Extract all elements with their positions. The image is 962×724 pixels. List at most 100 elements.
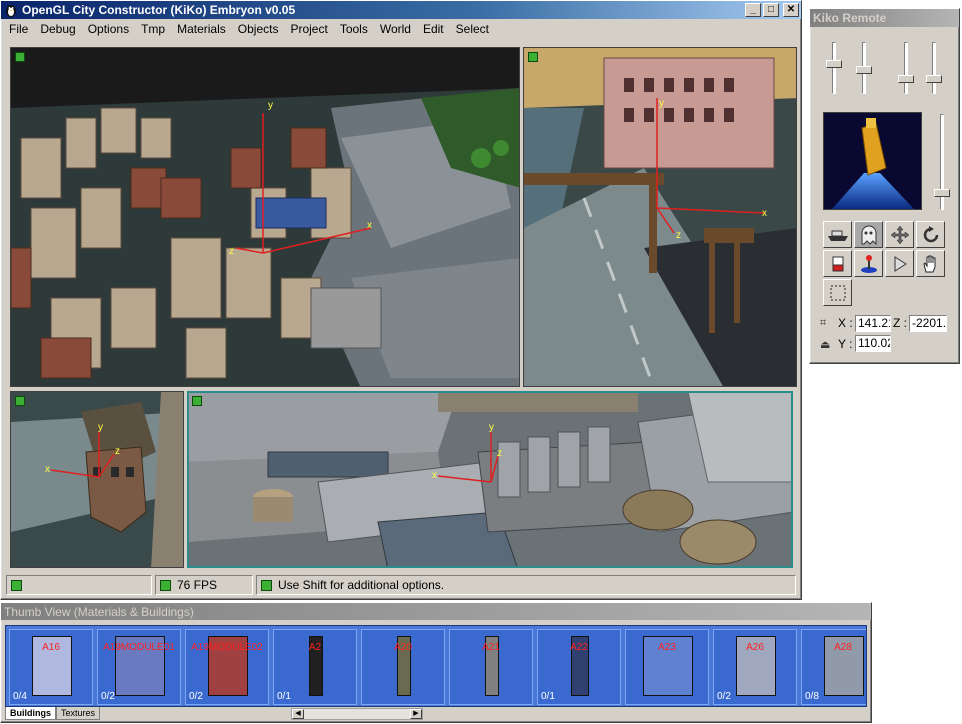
viewport-axis-label: x — [432, 470, 437, 481]
joystick-icon — [860, 254, 877, 273]
thumb-name: A19MODULE02 — [191, 642, 263, 653]
street-scene-render: y x z — [524, 48, 796, 386]
z-value-field[interactable]: -2201.9 — [909, 315, 947, 332]
scroll-right-arrow-icon[interactable]: ▶ — [410, 709, 422, 719]
paint-tool[interactable] — [823, 250, 852, 277]
remote-slider-track[interactable] — [932, 42, 936, 94]
viewport-building[interactable]: y x z — [10, 391, 184, 568]
viewport-perspective[interactable]: y x z — [10, 47, 520, 387]
play-tool[interactable] — [885, 250, 914, 277]
main-window-title: OpenGL City Constructor (KiKo) Embryon v… — [22, 3, 296, 17]
menu-world[interactable]: World — [374, 22, 417, 36]
x-value-field[interactable]: 141.21 — [855, 315, 891, 332]
status-fps-box: 76 FPS — [155, 575, 253, 595]
thumb-name: A20 — [394, 642, 412, 653]
remote-slider-track[interactable] — [832, 42, 836, 94]
remote-titlebar[interactable]: Kiko Remote — [810, 9, 959, 27]
thumb-item[interactable]: A22 0/1 — [537, 629, 621, 705]
thumb-item[interactable]: A19MODULE02 0/2 — [185, 629, 269, 705]
tab-textures[interactable]: Textures — [56, 707, 101, 720]
thumb-view-title: Thumb View (Materials & Buildings) — [4, 604, 194, 619]
status-indicator-box — [6, 575, 152, 595]
menu-debug[interactable]: Debug — [34, 22, 81, 36]
thumb-count: 0/8 — [805, 691, 819, 702]
thumb-item[interactable]: A20 — [361, 629, 445, 705]
remote-slider-thumb[interactable] — [856, 66, 872, 75]
remote-title: Kiko Remote — [813, 11, 887, 25]
menu-edit[interactable]: Edit — [417, 22, 450, 36]
menu-materials[interactable]: Materials — [171, 22, 232, 36]
maximize-button[interactable]: □ — [763, 3, 779, 17]
status-hint-text: Use Shift for additional options. — [278, 578, 445, 592]
camera-preview-icon — [832, 118, 914, 209]
viewport-active-indicator[interactable] — [528, 52, 538, 62]
thumb-count: 0/2 — [189, 691, 203, 702]
move-tool[interactable] — [885, 221, 914, 248]
thumb-item[interactable]: A16 0/4 — [9, 629, 93, 705]
thumb-count: 0/2 — [101, 691, 115, 702]
viewport-active-indicator[interactable] — [15, 396, 25, 406]
hand-icon — [922, 255, 935, 272]
thumb-item[interactable]: A2 0/1 — [273, 629, 357, 705]
menu-project[interactable]: Project — [284, 22, 333, 36]
remote-vertical-slider-thumb[interactable] — [934, 188, 950, 197]
viewport-axis-label: z — [497, 448, 502, 459]
thumb-item[interactable]: A23 — [625, 629, 709, 705]
thumb-name: A22 — [570, 642, 588, 653]
ship-tool[interactable] — [823, 221, 852, 248]
remote-slider-track[interactable] — [904, 42, 908, 94]
hand-tool[interactable] — [916, 250, 945, 277]
thumb-view-window: Thumb View (Materials & Buildings) A16 0/… — [0, 602, 872, 723]
remote-slider-thumb[interactable] — [926, 75, 942, 83]
main-titlebar[interactable]: OpenGL City Constructor (KiKo) Embryon v… — [1, 1, 801, 19]
play-icon — [894, 255, 907, 272]
viewport-axis-label: y — [268, 100, 273, 111]
minimize-button[interactable]: _ — [745, 3, 761, 17]
viewport-street[interactable]: y x z — [523, 47, 797, 387]
y-value-field[interactable]: 110.02 — [855, 335, 891, 352]
menu-objects[interactable]: Objects — [232, 22, 285, 36]
rotate-icon — [923, 225, 938, 242]
viewport-active-indicator[interactable] — [192, 396, 202, 406]
thumb-scrollbar[interactable]: ◀ ▶ — [291, 708, 423, 720]
joystick-tool[interactable] — [854, 250, 883, 277]
menu-select[interactable]: Select — [450, 22, 495, 36]
industrial-scene-render: y x z — [188, 392, 792, 567]
remote-slider-thumb[interactable] — [826, 59, 842, 68]
select-rect-tool[interactable] — [823, 279, 852, 306]
thumb-name: A21 — [482, 642, 500, 653]
thumb-item[interactable]: A28 0/8 — [801, 629, 866, 705]
move-icon — [890, 225, 909, 244]
status-led-icon — [160, 579, 171, 591]
rotate-tool[interactable] — [916, 221, 945, 248]
menu-tools[interactable]: Tools — [334, 22, 374, 36]
select-rect-icon — [830, 285, 845, 300]
viewport-axis-label: x — [45, 464, 50, 475]
thumb-view-titlebar[interactable]: Thumb View (Materials & Buildings) — [1, 603, 871, 620]
tab-buildings[interactable]: Buildings — [5, 707, 56, 720]
menu-options[interactable]: Options — [82, 22, 135, 36]
viewport-axis-label: z — [676, 230, 681, 241]
thumb-name: A16 — [42, 642, 60, 653]
remote-slider-thumb[interactable] — [898, 75, 914, 83]
x-label: X : — [838, 316, 853, 330]
thumb-item[interactable]: A26 0/2 — [713, 629, 797, 705]
thumb-name: A2 — [308, 642, 322, 653]
menu-file[interactable]: File — [3, 22, 34, 36]
scroll-left-arrow-icon[interactable]: ◀ — [292, 709, 304, 719]
app-penguin-icon — [4, 3, 18, 17]
thumb-name: A23 — [658, 642, 676, 653]
thumb-item[interactable]: A19MODULE01 0/2 — [97, 629, 181, 705]
y-label: Y : — [838, 337, 853, 351]
close-button[interactable]: ✕ — [783, 3, 799, 17]
viewport-industrial[interactable]: y x z — [187, 391, 793, 568]
menu-tmp[interactable]: Tmp — [135, 22, 171, 36]
thumb-item[interactable]: A21 — [449, 629, 533, 705]
thumb-count: 0/1 — [277, 691, 291, 702]
statusbar: 76 FPS Use Shift for additional options. — [6, 575, 798, 595]
ghost-tool[interactable] — [854, 221, 883, 248]
viewport-active-indicator[interactable] — [15, 52, 25, 62]
viewport-axis-label: y — [98, 422, 103, 433]
remote-preview — [823, 112, 922, 210]
position-xz-icon: ⌗ — [820, 317, 827, 329]
